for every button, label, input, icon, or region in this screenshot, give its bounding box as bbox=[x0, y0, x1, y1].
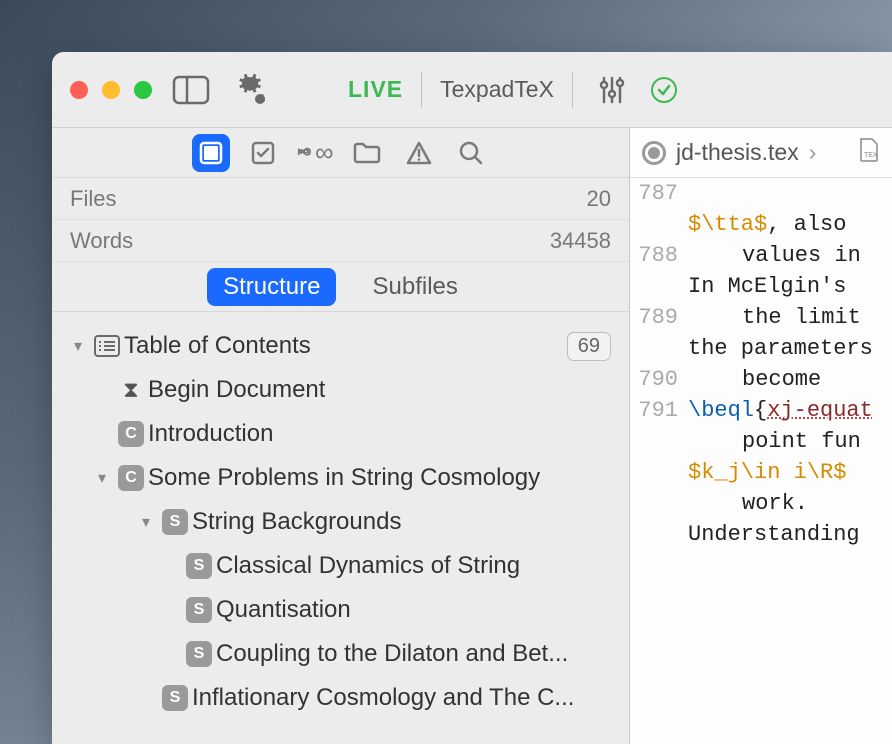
outline-begin-document[interactable]: ⧗ Begin Document bbox=[52, 368, 629, 412]
window-controls bbox=[70, 81, 152, 99]
breadcrumb[interactable]: jd-thesis.tex › TEX bbox=[630, 128, 892, 178]
outline-label: Some Problems in String Cosmology bbox=[148, 464, 540, 492]
tab-subfiles[interactable]: Subfiles bbox=[356, 268, 473, 306]
toolbar-separator bbox=[421, 72, 422, 108]
outline-classical[interactable]: S Classical Dynamics of String bbox=[52, 544, 629, 588]
outline-label: Classical Dynamics of String bbox=[216, 552, 520, 580]
titlebar: LIVE TexpadTeX bbox=[52, 52, 892, 128]
toolbar-separator bbox=[572, 72, 573, 108]
infinity-view-button[interactable]: ∞ bbox=[296, 134, 334, 172]
outline-label: Quantisation bbox=[216, 596, 351, 624]
chapter-icon: C bbox=[114, 421, 148, 447]
chevron-right-icon: › bbox=[809, 139, 817, 166]
outline-introduction[interactable]: C Introduction bbox=[52, 412, 629, 456]
line-gutter: 787 788 789 790 791 bbox=[630, 178, 688, 744]
outline-view-button[interactable] bbox=[192, 134, 230, 172]
tab-structure[interactable]: Structure bbox=[207, 268, 336, 306]
live-status-label[interactable]: LIVE bbox=[348, 76, 403, 103]
close-window-button[interactable] bbox=[70, 81, 88, 99]
settings-gear-icon[interactable] bbox=[230, 69, 272, 111]
outline-tree: ▾ Table of Contents 69 ⧗ Begin Do bbox=[52, 312, 629, 744]
sidebar-tabs: Structure Subfiles bbox=[52, 262, 629, 312]
outline-problems[interactable]: ▾ C Some Problems in String Cosmology bbox=[52, 456, 629, 500]
outline-label: Coupling to the Dilaton and Bet... bbox=[216, 640, 568, 668]
outline-label: String Backgrounds bbox=[192, 508, 401, 536]
maximize-window-button[interactable] bbox=[134, 81, 152, 99]
breadcrumb-filename: jd-thesis.tex bbox=[676, 139, 799, 166]
outline-toc[interactable]: ▾ Table of Contents 69 bbox=[52, 324, 629, 368]
files-label: Files bbox=[70, 186, 116, 212]
checkbox-view-button[interactable] bbox=[244, 134, 282, 172]
content-area: ∞ bbox=[52, 128, 892, 744]
code-content[interactable]: $\tta$, also values inIn McElgin's the l… bbox=[688, 178, 892, 744]
tex-file-icon: TEX bbox=[858, 137, 880, 169]
sidebar-toggle-button[interactable] bbox=[170, 69, 212, 111]
files-count: 20 bbox=[587, 186, 611, 212]
outline-coupling[interactable]: S Coupling to the Dilaton and Bet... bbox=[52, 632, 629, 676]
list-icon bbox=[90, 334, 124, 358]
folder-view-button[interactable] bbox=[348, 134, 386, 172]
files-stat-row: Files 20 bbox=[52, 178, 629, 220]
outline-label: Table of Contents bbox=[124, 332, 311, 360]
warning-view-button[interactable] bbox=[400, 134, 438, 172]
outline-label: Begin Document bbox=[148, 376, 325, 404]
toc-count-badge: 69 bbox=[567, 332, 611, 361]
chevron-down-icon[interactable]: ▾ bbox=[90, 468, 114, 488]
words-label: Words bbox=[70, 228, 133, 254]
sidebar-toolbar: ∞ bbox=[52, 128, 629, 178]
section-icon: S bbox=[158, 509, 192, 535]
section-icon: S bbox=[182, 597, 216, 623]
status-ok-icon[interactable] bbox=[651, 77, 677, 103]
section-icon: S bbox=[182, 641, 216, 667]
outline-backgrounds[interactable]: ▾ S String Backgrounds bbox=[52, 500, 629, 544]
search-button[interactable] bbox=[452, 134, 490, 172]
minimize-window-button[interactable] bbox=[102, 81, 120, 99]
words-count: 34458 bbox=[550, 228, 611, 254]
sidebar: ∞ bbox=[52, 128, 630, 744]
engine-label[interactable]: TexpadTeX bbox=[440, 76, 554, 103]
svg-text:TEX: TEX bbox=[864, 152, 878, 159]
sliders-icon[interactable] bbox=[591, 69, 633, 111]
outline-label: Introduction bbox=[148, 420, 273, 448]
section-icon: S bbox=[158, 685, 192, 711]
chevron-down-icon[interactable]: ▾ bbox=[66, 336, 90, 356]
chapter-icon: C bbox=[114, 465, 148, 491]
outline-inflationary[interactable]: S Inflationary Cosmology and The C... bbox=[52, 676, 629, 720]
hourglass-icon: ⧗ bbox=[114, 377, 148, 403]
app-window: LIVE TexpadTeX bbox=[52, 52, 892, 744]
code-editor[interactable]: 787 788 789 790 791 $\tta$, also values … bbox=[630, 178, 892, 744]
section-icon: S bbox=[182, 553, 216, 579]
outline-quantisation[interactable]: S Quantisation bbox=[52, 588, 629, 632]
editor-pane: jd-thesis.tex › TEX 787 788 789 bbox=[630, 128, 892, 744]
file-status-icon bbox=[642, 141, 666, 165]
words-stat-row: Words 34458 bbox=[52, 220, 629, 262]
outline-label: Inflationary Cosmology and The C... bbox=[192, 684, 574, 712]
chevron-down-icon[interactable]: ▾ bbox=[134, 512, 158, 532]
